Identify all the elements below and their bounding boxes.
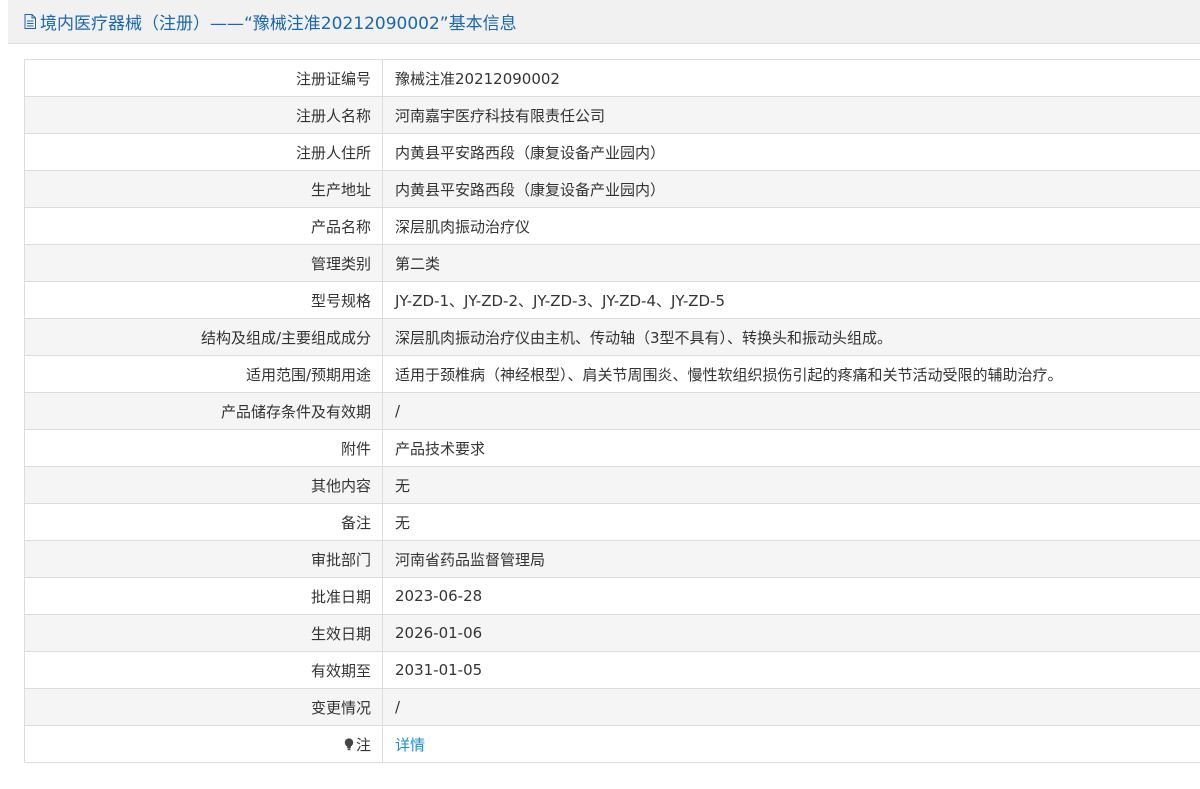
- row-label: 批准日期: [24, 577, 383, 615]
- table-row: 变更情况 /: [24, 688, 1200, 726]
- row-label: 型号规格: [24, 281, 383, 319]
- row-value: 2031-01-05: [382, 651, 1200, 689]
- row-value: /: [382, 688, 1200, 726]
- table-row: 产品储存条件及有效期 /: [24, 392, 1200, 430]
- row-label: 备注: [24, 503, 383, 541]
- row-value: 内黄县平安路西段（康复设备产业园内）: [382, 133, 1200, 171]
- table-row: 注册人住所 内黄县平安路西段（康复设备产业园内）: [24, 133, 1200, 171]
- row-value: 第二类: [382, 244, 1200, 282]
- row-label: 注册证编号: [24, 59, 383, 97]
- table-row: 型号规格 JY-ZD-1、JY-ZD-2、JY-ZD-3、JY-ZD-4、JY-…: [24, 281, 1200, 319]
- row-value: 深层肌肉振动治疗仪由主机、传动轴（3型不具有）、转换头和振动头组成。: [382, 318, 1200, 356]
- row-label: 结构及组成/主要组成成分: [24, 318, 383, 356]
- row-label: 附件: [24, 429, 383, 467]
- row-value: /: [382, 392, 1200, 430]
- table-row: 管理类别 第二类: [24, 244, 1200, 282]
- row-value: 适用于颈椎病（神经根型）、肩关节周围炎、慢性软组织损伤引起的疼痛和关节活动受限的…: [382, 355, 1200, 393]
- note-label-cell: 注: [24, 725, 383, 763]
- table-row: 产品名称 深层肌肉振动治疗仪: [24, 207, 1200, 245]
- table-row: 生产地址 内黄县平安路西段（康复设备产业园内）: [24, 170, 1200, 208]
- table-row: 生效日期 2026-01-06: [24, 614, 1200, 652]
- row-value: 2026-01-06: [382, 614, 1200, 652]
- table-row: 附件 产品技术要求: [24, 429, 1200, 467]
- table-row: 注册证编号 豫械注准20212090002: [24, 59, 1200, 97]
- table-row: 适用范围/预期用途 适用于颈椎病（神经根型）、肩关节周围炎、慢性软组织损伤引起的…: [24, 355, 1200, 393]
- info-table-container: 注册证编号 豫械注准20212090002 注册人名称 河南嘉宇医疗科技有限责任…: [24, 59, 1200, 763]
- table-row: 其他内容 无: [24, 466, 1200, 504]
- row-value: 产品技术要求: [382, 429, 1200, 467]
- page-title: 境内医疗器械（注册）——“豫械注准20212090002”基本信息: [40, 14, 517, 34]
- table-row: 结构及组成/主要组成成分 深层肌肉振动治疗仪由主机、传动轴（3型不具有）、转换头…: [24, 318, 1200, 356]
- document-icon: [24, 14, 36, 29]
- row-label: 有效期至: [24, 651, 383, 689]
- bulb-icon: [344, 737, 354, 750]
- row-label: 注册人名称: [24, 96, 383, 134]
- row-label: 适用范围/预期用途: [24, 355, 383, 393]
- row-label: 注册人住所: [24, 133, 383, 171]
- info-table: 注册证编号 豫械注准20212090002 注册人名称 河南嘉宇医疗科技有限责任…: [24, 59, 1200, 763]
- details-link[interactable]: 详情: [395, 736, 425, 754]
- row-value: 无: [382, 503, 1200, 541]
- row-label: 审批部门: [24, 540, 383, 578]
- row-label: 变更情况: [24, 688, 383, 726]
- table-row: 有效期至 2031-01-05: [24, 651, 1200, 689]
- row-value: 河南省药品监督管理局: [382, 540, 1200, 578]
- row-value: 无: [382, 466, 1200, 504]
- row-value: 河南嘉宇医疗科技有限责任公司: [382, 96, 1200, 134]
- note-value-cell: 详情: [382, 725, 1200, 763]
- row-label: 其他内容: [24, 466, 383, 504]
- row-value: 豫械注准20212090002: [382, 59, 1200, 97]
- row-label: 产品储存条件及有效期: [24, 392, 383, 430]
- note-row: 注 详情: [24, 725, 1200, 763]
- row-value: 2023-06-28: [382, 577, 1200, 615]
- row-label: 生效日期: [24, 614, 383, 652]
- row-value: 内黄县平安路西段（康复设备产业园内）: [382, 170, 1200, 208]
- row-value: 深层肌肉振动治疗仪: [382, 207, 1200, 245]
- row-label: 生产地址: [24, 170, 383, 208]
- page-header: 境内医疗器械（注册）——“豫械注准20212090002”基本信息: [8, 0, 1200, 44]
- table-row: 审批部门 河南省药品监督管理局: [24, 540, 1200, 578]
- note-label: 注: [355, 735, 371, 754]
- row-label: 产品名称: [24, 207, 383, 245]
- row-value: JY-ZD-1、JY-ZD-2、JY-ZD-3、JY-ZD-4、JY-ZD-5: [382, 281, 1200, 319]
- table-row: 批准日期 2023-06-28: [24, 577, 1200, 615]
- table-row: 备注 无: [24, 503, 1200, 541]
- row-label: 管理类别: [24, 244, 383, 282]
- table-row: 注册人名称 河南嘉宇医疗科技有限责任公司: [24, 96, 1200, 134]
